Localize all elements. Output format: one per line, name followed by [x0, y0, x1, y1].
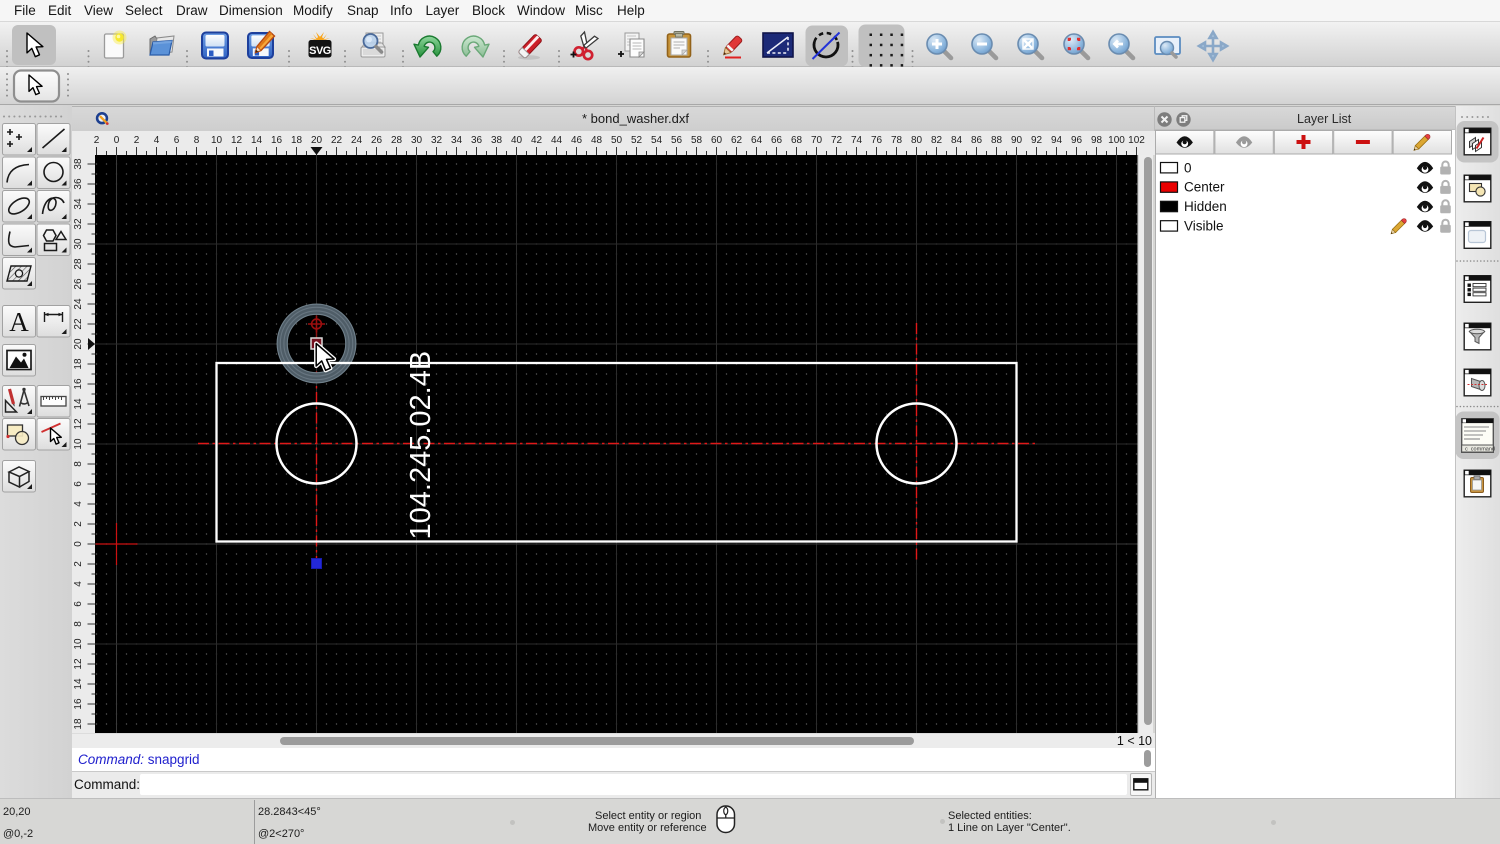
svg-text:14: 14 — [73, 678, 84, 690]
svg-text:74: 74 — [851, 135, 863, 146]
svg-text:28: 28 — [73, 258, 84, 270]
svg-text:54: 54 — [651, 135, 663, 146]
svg-text:Visible: Visible — [1184, 219, 1224, 234]
svg-text:28: 28 — [391, 135, 403, 146]
svg-text:34: 34 — [73, 198, 84, 210]
svg-text:20: 20 — [311, 135, 323, 146]
svg-text:38: 38 — [491, 135, 503, 146]
svg-text:88: 88 — [991, 135, 1003, 146]
svg-text:4: 4 — [73, 501, 84, 507]
svg-text:20: 20 — [73, 338, 84, 350]
svg-text:30: 30 — [411, 135, 423, 146]
svg-text:70: 70 — [811, 135, 823, 146]
svg-text:76: 76 — [871, 135, 883, 146]
svg-text:SVG: SVG — [309, 45, 331, 57]
svg-text:16: 16 — [73, 698, 84, 710]
svg-text:16: 16 — [271, 135, 283, 146]
svg-text:38: 38 — [73, 158, 84, 170]
svg-text:58: 58 — [691, 135, 703, 146]
svg-text:2: 2 — [134, 135, 140, 146]
svg-text:26: 26 — [73, 278, 84, 290]
svg-text:12: 12 — [231, 135, 243, 146]
svg-text:8: 8 — [73, 621, 84, 627]
svg-text:18: 18 — [291, 135, 303, 146]
svg-text:4: 4 — [154, 135, 160, 146]
svg-text:64: 64 — [751, 135, 763, 146]
svg-text:6: 6 — [174, 135, 180, 146]
svg-text:92: 92 — [1031, 135, 1043, 146]
svg-text:0: 0 — [73, 541, 84, 547]
svg-text:24: 24 — [73, 298, 84, 310]
svg-text:72: 72 — [831, 135, 843, 146]
svg-text:22: 22 — [331, 135, 343, 146]
svg-text:102: 102 — [1128, 135, 1145, 146]
svg-text:62: 62 — [731, 135, 743, 146]
svg-text:A: A — [9, 307, 29, 337]
svg-text:52: 52 — [631, 135, 643, 146]
svg-text:24: 24 — [351, 135, 363, 146]
svg-text:18: 18 — [73, 358, 84, 370]
svg-text:36: 36 — [73, 178, 84, 190]
svg-text:6: 6 — [73, 601, 84, 607]
svg-text:c command: c command — [1465, 446, 1495, 452]
svg-text:100: 100 — [1108, 135, 1125, 146]
svg-text:0: 0 — [114, 135, 120, 146]
svg-text:2: 2 — [73, 561, 84, 567]
svg-text:8: 8 — [194, 135, 200, 146]
svg-text:10: 10 — [73, 438, 84, 450]
svg-text:50: 50 — [611, 135, 623, 146]
svg-text:78: 78 — [891, 135, 903, 146]
svg-text:68: 68 — [791, 135, 803, 146]
svg-text:Center: Center — [1184, 180, 1225, 195]
svg-text:94: 94 — [1051, 135, 1063, 146]
svg-text:34: 34 — [451, 135, 463, 146]
svg-text:90: 90 — [1011, 135, 1023, 146]
svg-text:4: 4 — [73, 581, 84, 587]
svg-text:18: 18 — [73, 718, 84, 730]
svg-text:48: 48 — [591, 135, 603, 146]
svg-text:8: 8 — [73, 461, 84, 467]
svg-text:10: 10 — [211, 135, 223, 146]
svg-text:98: 98 — [1091, 135, 1103, 146]
svg-text:Hidden: Hidden — [1184, 199, 1227, 214]
svg-text:14: 14 — [251, 135, 263, 146]
svg-text:42: 42 — [531, 135, 543, 146]
svg-text:104.245.02.4B: 104.245.02.4B — [405, 351, 437, 540]
svg-text:12: 12 — [73, 418, 84, 430]
svg-text:30: 30 — [73, 238, 84, 250]
svg-text:12: 12 — [73, 658, 84, 670]
svg-text:0: 0 — [1184, 160, 1192, 175]
svg-text:6: 6 — [73, 481, 84, 487]
svg-text:22: 22 — [73, 318, 84, 330]
svg-text:80: 80 — [911, 135, 923, 146]
svg-text:2: 2 — [94, 135, 100, 146]
svg-text:36: 36 — [471, 135, 483, 146]
svg-text:66: 66 — [771, 135, 783, 146]
svg-text:82: 82 — [931, 135, 943, 146]
svg-text:26: 26 — [371, 135, 383, 146]
svg-text:32: 32 — [431, 135, 443, 146]
svg-text:46: 46 — [571, 135, 583, 146]
svg-text:56: 56 — [671, 135, 683, 146]
svg-text:2: 2 — [73, 521, 84, 527]
svg-text:14: 14 — [73, 398, 84, 410]
svg-text:84: 84 — [951, 135, 963, 146]
svg-text:86: 86 — [971, 135, 983, 146]
svg-text:44: 44 — [551, 135, 563, 146]
svg-text:16: 16 — [73, 378, 84, 390]
svg-text:40: 40 — [511, 135, 523, 146]
svg-text:10: 10 — [73, 638, 84, 650]
svg-text:60: 60 — [711, 135, 723, 146]
svg-text:96: 96 — [1071, 135, 1083, 146]
svg-text:32: 32 — [73, 218, 84, 230]
